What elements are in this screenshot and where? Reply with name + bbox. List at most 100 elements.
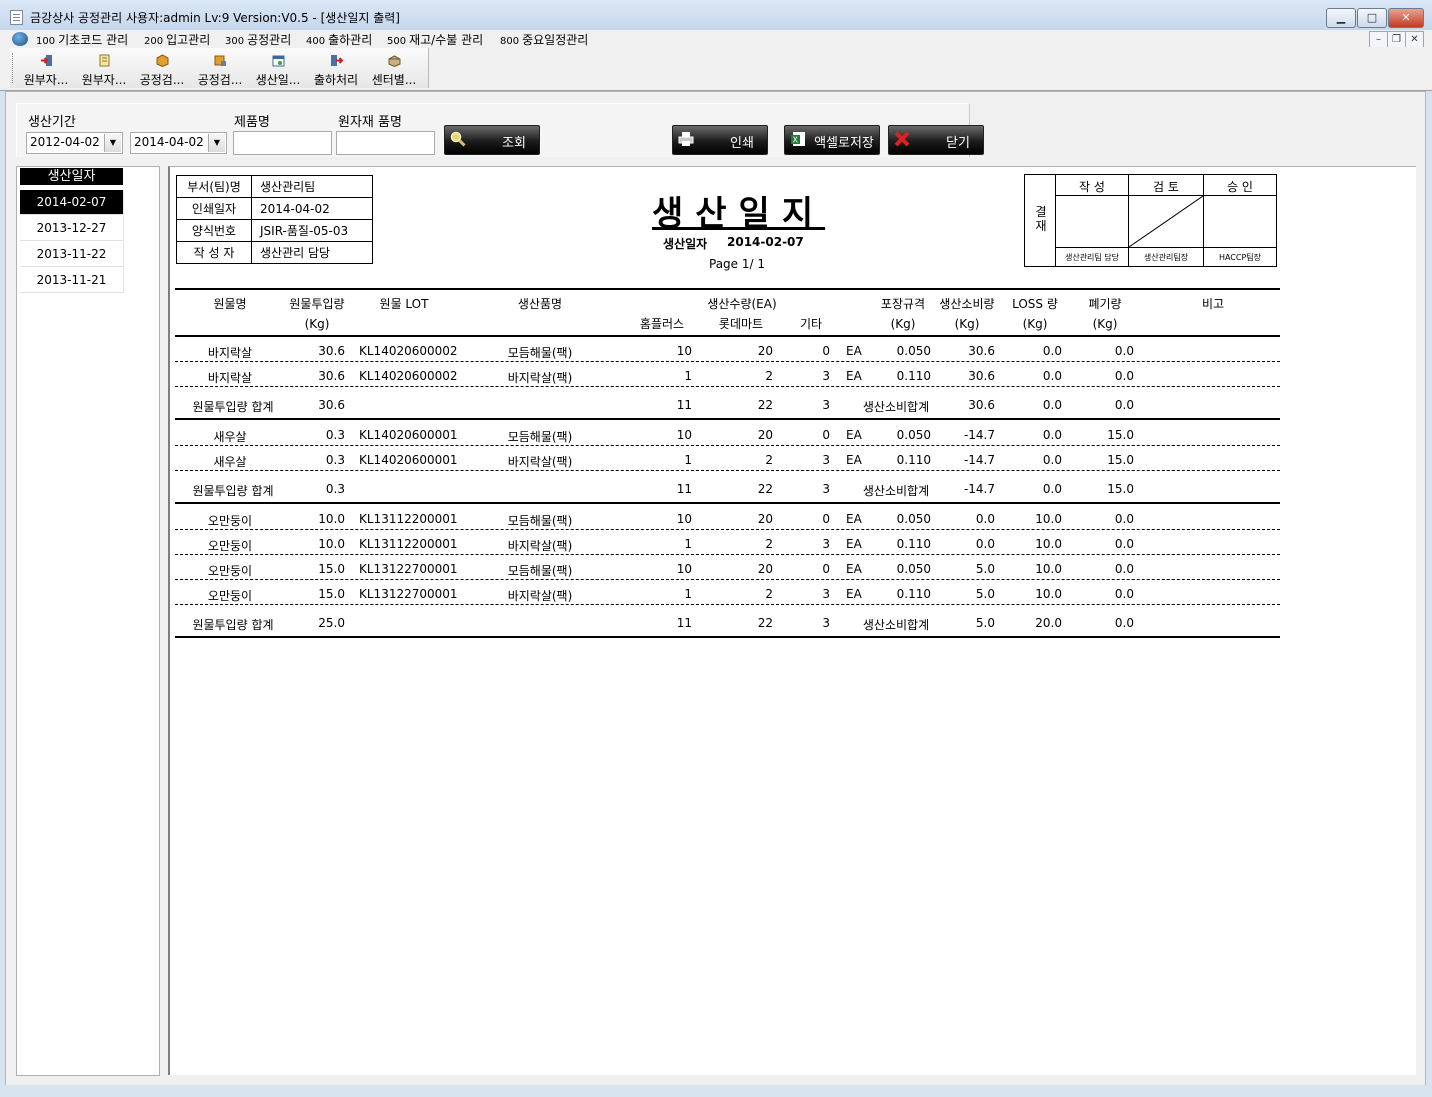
search-button[interactable]: 조회: [444, 125, 540, 155]
menu-code: 800: [500, 36, 520, 47]
cell-material: 오만둥이: [207, 539, 253, 553]
cell-pack: 0.110: [896, 453, 931, 467]
menu-label: 공정관리: [247, 33, 292, 47]
cell-loss: 0.0: [1042, 453, 1062, 467]
group-border: [175, 418, 1280, 420]
total-etc: 3: [822, 482, 830, 496]
menu-item-400[interactable]: 400 출하관리: [306, 31, 372, 48]
close-button-label: 닫기: [946, 136, 970, 151]
cell-pack: 0.110: [896, 537, 931, 551]
menu-item-200[interactable]: 200 입고관리: [144, 31, 210, 48]
cell-home: 1: [684, 537, 692, 551]
chevron-down-icon[interactable]: ▼: [208, 134, 225, 152]
toolbar-button-7[interactable]: 센터별...: [366, 50, 422, 87]
search-icon: [450, 131, 466, 147]
cell-loss: 10.0: [1035, 587, 1062, 601]
row-separator: [175, 386, 1280, 387]
cell-material: 바지락살: [207, 371, 253, 385]
cell-product: 모듬해물(팩): [507, 430, 573, 444]
box-grid-icon: [214, 54, 227, 67]
total-consume: 5.0: [975, 616, 995, 630]
row-separator: [175, 361, 1280, 362]
toolbar-button-label: 원부자...: [81, 73, 127, 87]
toolbar-button-5[interactable]: 생산일...: [250, 50, 306, 87]
chevron-down-icon[interactable]: ▼: [104, 134, 121, 152]
toolbar-button-4[interactable]: 공정검...: [192, 50, 248, 87]
cell-lotte: 2: [765, 537, 773, 551]
cell-etc: 3: [822, 453, 830, 467]
toolbar-button-label: 생산일...: [255, 73, 301, 87]
total-consume: 30.6: [968, 398, 995, 412]
info-key: 양식번호: [176, 219, 252, 242]
cell-unit: EA: [846, 344, 862, 358]
cell-material: 새우살: [213, 455, 247, 469]
cell-home: 1: [684, 369, 692, 383]
date-from-value: 2012-04-02: [30, 135, 100, 149]
total-label: 원물투입량 합계: [192, 484, 274, 498]
close-window-button[interactable]: ✕: [1388, 8, 1424, 28]
date-list-item[interactable]: 2013-11-21: [20, 268, 124, 293]
calendar-icon: [272, 54, 285, 67]
info-value: 생산관리팀: [251, 175, 373, 198]
toolbar-button-2[interactable]: 원부자...: [76, 50, 132, 87]
info-key: 작 성 자: [176, 241, 252, 264]
date-list-item[interactable]: 2013-11-22: [20, 242, 124, 267]
page-number: Page 1/ 1: [709, 257, 765, 271]
date-list-item[interactable]: 2013-12-27: [20, 216, 124, 241]
close-button[interactable]: 닫기: [888, 125, 984, 155]
cell-waste: 15.0: [1107, 453, 1134, 467]
row-separator: [175, 579, 1280, 580]
cell-product: 모듬해물(팩): [507, 346, 573, 360]
menu-item-100[interactable]: 100 기초코드 관리: [36, 31, 128, 48]
row-separator: [175, 529, 1280, 530]
date-to-picker[interactable]: 2014-04-02 ▼: [130, 132, 227, 154]
material-input[interactable]: [336, 131, 435, 155]
col-lottemart: 롯데마트: [718, 317, 764, 331]
print-button[interactable]: 인쇄: [672, 125, 768, 155]
date-list-item[interactable]: 2014-02-07: [20, 190, 124, 215]
col-etc: 기타: [799, 317, 823, 331]
cell-lotte: 2: [765, 587, 773, 601]
toolbar-button-3[interactable]: 공정검...: [134, 50, 190, 87]
report-title: 생산일지: [652, 194, 826, 234]
cell-loss: 10.0: [1035, 562, 1062, 576]
minimize-button[interactable]: ▁: [1326, 8, 1356, 28]
report-info-table: 부서(팀)명 생산관리팀 인쇄일자 2014-04-02 양식번호 JSIR-품질-0…: [176, 175, 373, 264]
cell-consume: 0.0: [975, 537, 995, 551]
cell-consume: 0.0: [975, 512, 995, 526]
cell-home: 1: [684, 587, 692, 601]
menu-item-300[interactable]: 300 공정관리: [225, 31, 291, 48]
cell-etc: 0: [822, 428, 830, 442]
cell-unit: EA: [846, 562, 862, 576]
cell-lotte: 20: [757, 344, 773, 358]
maximize-button[interactable]: □: [1357, 8, 1387, 28]
menu-item-500[interactable]: 500 재고/수불 관리: [387, 31, 483, 48]
row-separator: [175, 554, 1280, 555]
group-border: [175, 502, 1280, 504]
menu-code: 400: [306, 36, 326, 47]
menu-item-800[interactable]: 800 중요일정관리: [500, 31, 588, 48]
cell-consume: -14.7: [963, 428, 995, 442]
date-to-value: 2014-04-02: [134, 135, 204, 149]
cell-consume: 30.6: [968, 369, 995, 383]
status-bar: [0, 1085, 1432, 1097]
toolbar-button-6[interactable]: 출하처리: [308, 50, 364, 87]
excel-save-button[interactable]: X 액셀로저장: [784, 125, 880, 155]
total-consume-label: 생산소비합계: [862, 400, 930, 414]
toolbar-button-label: 출하처리: [313, 73, 359, 87]
cell-home: 10: [676, 512, 692, 526]
cell-etc: 3: [822, 537, 830, 551]
cell-unit: EA: [846, 512, 862, 526]
cell-pack: 0.050: [896, 428, 931, 442]
date-from-picker[interactable]: 2012-04-02 ▼: [26, 132, 123, 154]
toolbar-button-1[interactable]: 원부자...: [18, 50, 74, 87]
cell-input: 0.3: [325, 453, 345, 467]
cell-product: 바지락살(팩): [507, 589, 573, 603]
cell-lot: KL14020600001: [359, 428, 458, 442]
product-input[interactable]: [233, 131, 332, 155]
print-button-label: 인쇄: [730, 136, 754, 151]
cell-lot: KL13112200001: [359, 537, 458, 551]
svg-text:X: X: [793, 136, 799, 145]
cell-input: 10.0: [318, 512, 345, 526]
cell-material: 바지락살: [207, 346, 253, 360]
